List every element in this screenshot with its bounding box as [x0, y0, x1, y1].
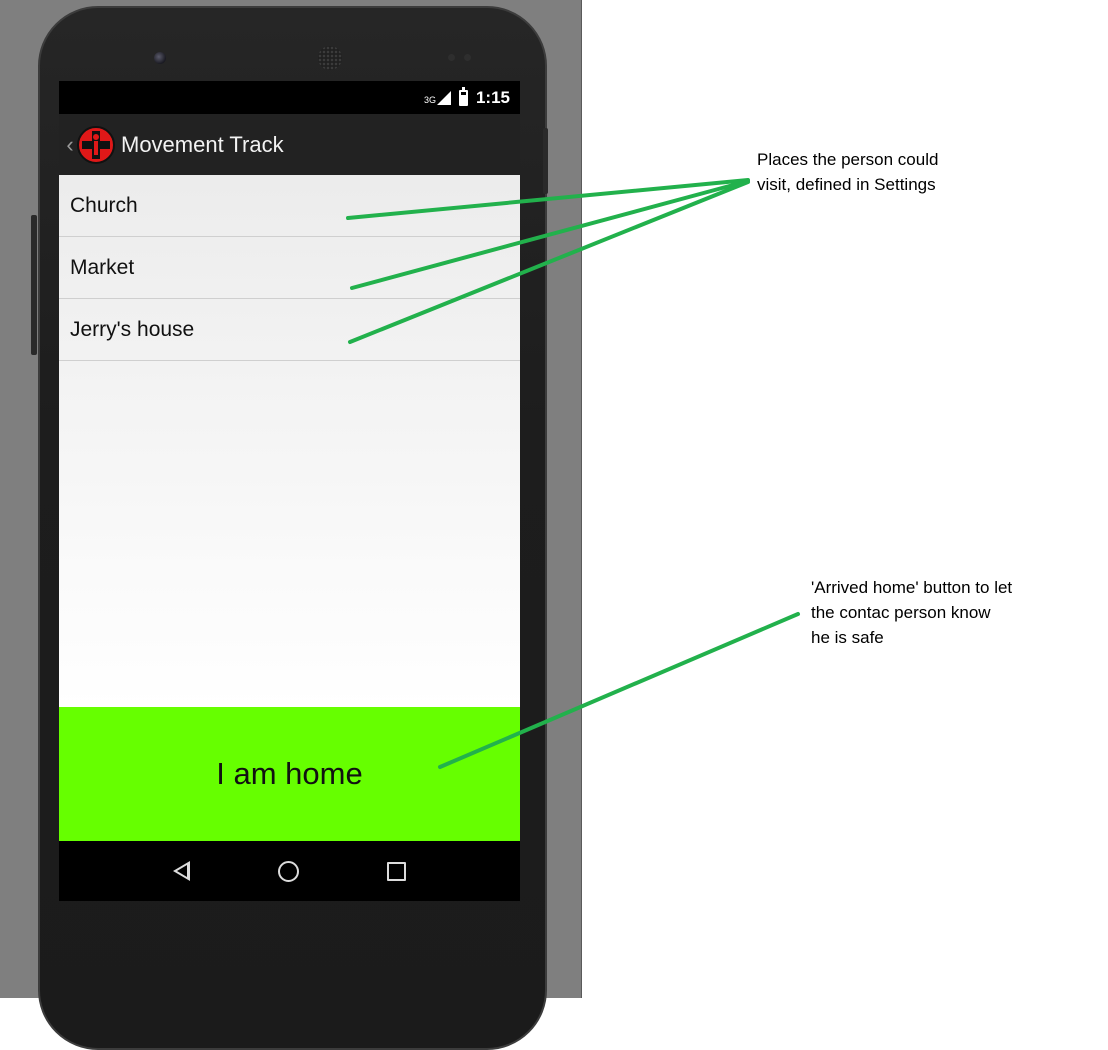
back-icon[interactable]: [173, 861, 190, 881]
annotation-line: the contac person know: [811, 603, 991, 622]
battery-icon: [458, 86, 468, 106]
list-item[interactable]: Jerry's house: [59, 299, 520, 361]
signal-indicator: 3G: [423, 90, 451, 105]
list-item[interactable]: Market: [59, 237, 520, 299]
status-time: 1:15: [475, 87, 510, 107]
front-camera: [154, 52, 166, 64]
red-cross-person-icon[interactable]: [77, 125, 115, 164]
annotation-line: he is safe: [811, 628, 884, 647]
panel-divider: [581, 0, 582, 998]
proximity-sensor: [448, 54, 455, 61]
volume-button: [31, 215, 37, 355]
earpiece-speaker: [318, 46, 342, 70]
annotation-line: 'Arrived home' button to let: [811, 578, 1013, 597]
annotation-line: Places the person could: [757, 150, 939, 169]
places-annotation: Places the person could visit, defined i…: [757, 147, 938, 197]
home-button-annotation: 'Arrived home' button to let the contac …: [811, 575, 1012, 650]
signal-strength-icon: [436, 90, 451, 105]
phone-screen: 3G 1:15 ‹ Movement Track Church Market J…: [59, 81, 520, 901]
i-am-home-button[interactable]: I am home: [59, 707, 520, 841]
list-item[interactable]: Church: [59, 175, 520, 237]
recents-icon[interactable]: [387, 861, 406, 881]
app-title: Movement Track: [121, 131, 284, 157]
light-sensor: [464, 54, 471, 61]
home-icon[interactable]: [278, 860, 299, 882]
places-list: Church Market Jerry's house: [59, 175, 520, 707]
status-bar: 3G 1:15: [59, 81, 520, 114]
up-navigation-icon[interactable]: ‹: [63, 132, 77, 158]
navigation-bar: [59, 841, 520, 901]
network-type: 3G: [423, 94, 436, 105]
action-bar: ‹ Movement Track: [59, 114, 520, 175]
annotation-line: visit, defined in Settings: [757, 175, 936, 194]
power-button: [543, 128, 548, 194]
